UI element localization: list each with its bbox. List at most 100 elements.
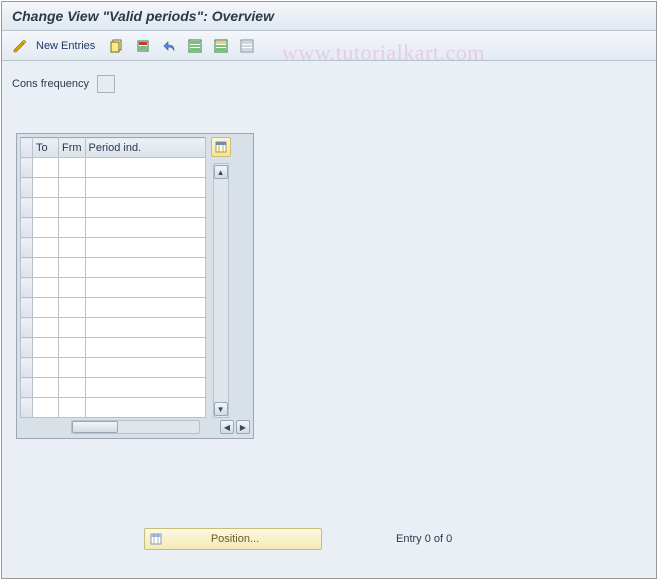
- table-row: [21, 298, 206, 318]
- row-selector[interactable]: [21, 218, 33, 238]
- title-text: Change View "Valid periods": Overview: [12, 8, 274, 24]
- new-entries-button[interactable]: New Entries: [36, 40, 95, 52]
- cell-to[interactable]: [33, 198, 59, 218]
- copy-as-icon[interactable]: [107, 36, 127, 56]
- cell-period[interactable]: [85, 238, 205, 258]
- undo-change-icon[interactable]: [159, 36, 179, 56]
- cell-to[interactable]: [33, 358, 59, 378]
- column-header-period-ind[interactable]: Period ind.: [85, 138, 205, 158]
- cell-period[interactable]: [85, 198, 205, 218]
- position-button[interactable]: Position...: [144, 528, 322, 550]
- table-side-controls: ▲ ▼: [210, 137, 232, 418]
- row-selector[interactable]: [21, 398, 33, 418]
- cell-frm[interactable]: [59, 158, 86, 178]
- row-selector[interactable]: [21, 358, 33, 378]
- cell-to[interactable]: [33, 258, 59, 278]
- cell-to[interactable]: [33, 378, 59, 398]
- cell-to[interactable]: [33, 278, 59, 298]
- table-body: [21, 158, 206, 418]
- cell-period[interactable]: [85, 278, 205, 298]
- cons-frequency-input[interactable]: [97, 75, 115, 93]
- row-selector[interactable]: [21, 338, 33, 358]
- cell-to[interactable]: [33, 218, 59, 238]
- cell-frm[interactable]: [59, 278, 86, 298]
- table-row: [21, 238, 206, 258]
- cell-to[interactable]: [33, 158, 59, 178]
- cons-frequency-row: Cons frequency: [12, 75, 646, 93]
- cell-period[interactable]: [85, 218, 205, 238]
- table-settings-button[interactable]: [211, 137, 231, 157]
- window-title: Change View "Valid periods": Overview: [2, 2, 656, 31]
- cell-period[interactable]: [85, 318, 205, 338]
- table-row: [21, 398, 206, 418]
- row-selector[interactable]: [21, 318, 33, 338]
- select-all-icon[interactable]: [185, 36, 205, 56]
- cell-to[interactable]: [33, 338, 59, 358]
- cell-to[interactable]: [33, 178, 59, 198]
- cell-frm[interactable]: [59, 198, 86, 218]
- row-selector[interactable]: [21, 258, 33, 278]
- hscroll-track[interactable]: [71, 420, 200, 434]
- column-header-to[interactable]: To: [33, 138, 59, 158]
- position-button-label: Position...: [167, 533, 321, 545]
- cell-period[interactable]: [85, 398, 205, 418]
- position-icon: [145, 532, 167, 546]
- cell-frm[interactable]: [59, 398, 86, 418]
- table-row: [21, 218, 206, 238]
- cell-frm[interactable]: [59, 238, 86, 258]
- cell-to[interactable]: [33, 298, 59, 318]
- table-row: [21, 378, 206, 398]
- toolbar: New Entries: [2, 31, 656, 61]
- row-selector[interactable]: [21, 178, 33, 198]
- table-row: [21, 178, 206, 198]
- cell-to[interactable]: [33, 238, 59, 258]
- cell-frm[interactable]: [59, 258, 86, 278]
- cell-period[interactable]: [85, 358, 205, 378]
- select-block-icon[interactable]: [211, 36, 231, 56]
- table-row: [21, 358, 206, 378]
- row-selector[interactable]: [21, 238, 33, 258]
- cell-period[interactable]: [85, 338, 205, 358]
- cell-frm[interactable]: [59, 298, 86, 318]
- cell-period[interactable]: [85, 378, 205, 398]
- horizontal-scrollbar[interactable]: ◀ ▶: [43, 419, 250, 435]
- row-selector[interactable]: [21, 378, 33, 398]
- cell-frm[interactable]: [59, 358, 86, 378]
- cell-frm[interactable]: [59, 338, 86, 358]
- scroll-up-button[interactable]: ▲: [214, 165, 228, 179]
- column-header-frm[interactable]: Frm: [59, 138, 86, 158]
- cell-period[interactable]: [85, 298, 205, 318]
- table-row: [21, 278, 206, 298]
- vertical-scrollbar[interactable]: ▲ ▼: [213, 163, 229, 418]
- toggle-display-change-icon[interactable]: [10, 36, 30, 56]
- table-row: [21, 318, 206, 338]
- cell-period[interactable]: [85, 158, 205, 178]
- cell-frm[interactable]: [59, 378, 86, 398]
- table-row: [21, 338, 206, 358]
- row-selector[interactable]: [21, 198, 33, 218]
- cell-period[interactable]: [85, 178, 205, 198]
- select-all-rows-button[interactable]: [21, 138, 33, 158]
- app-window: Change View "Valid periods": Overview Ne…: [1, 1, 657, 579]
- valid-periods-table-container: To Frm Period ind.: [16, 133, 254, 439]
- row-selector[interactable]: [21, 158, 33, 178]
- hscroll-thumb[interactable]: [72, 421, 118, 433]
- cell-frm[interactable]: [59, 218, 86, 238]
- deselect-all-icon[interactable]: [237, 36, 257, 56]
- table-row: [21, 158, 206, 178]
- scroll-left-button[interactable]: ◀: [220, 420, 234, 434]
- scroll-down-button[interactable]: ▼: [214, 402, 228, 416]
- valid-periods-table: To Frm Period ind.: [20, 137, 206, 418]
- table-row: [21, 198, 206, 218]
- content-area: Cons frequency To Frm Period ind.: [2, 61, 656, 449]
- cell-to[interactable]: [33, 318, 59, 338]
- cell-frm[interactable]: [59, 318, 86, 338]
- scroll-right-button[interactable]: ▶: [236, 420, 250, 434]
- delete-icon[interactable]: [133, 36, 153, 56]
- cell-frm[interactable]: [59, 178, 86, 198]
- row-selector[interactable]: [21, 278, 33, 298]
- row-selector[interactable]: [21, 298, 33, 318]
- cell-period[interactable]: [85, 258, 205, 278]
- cell-to[interactable]: [33, 398, 59, 418]
- cons-frequency-label: Cons frequency: [12, 78, 89, 90]
